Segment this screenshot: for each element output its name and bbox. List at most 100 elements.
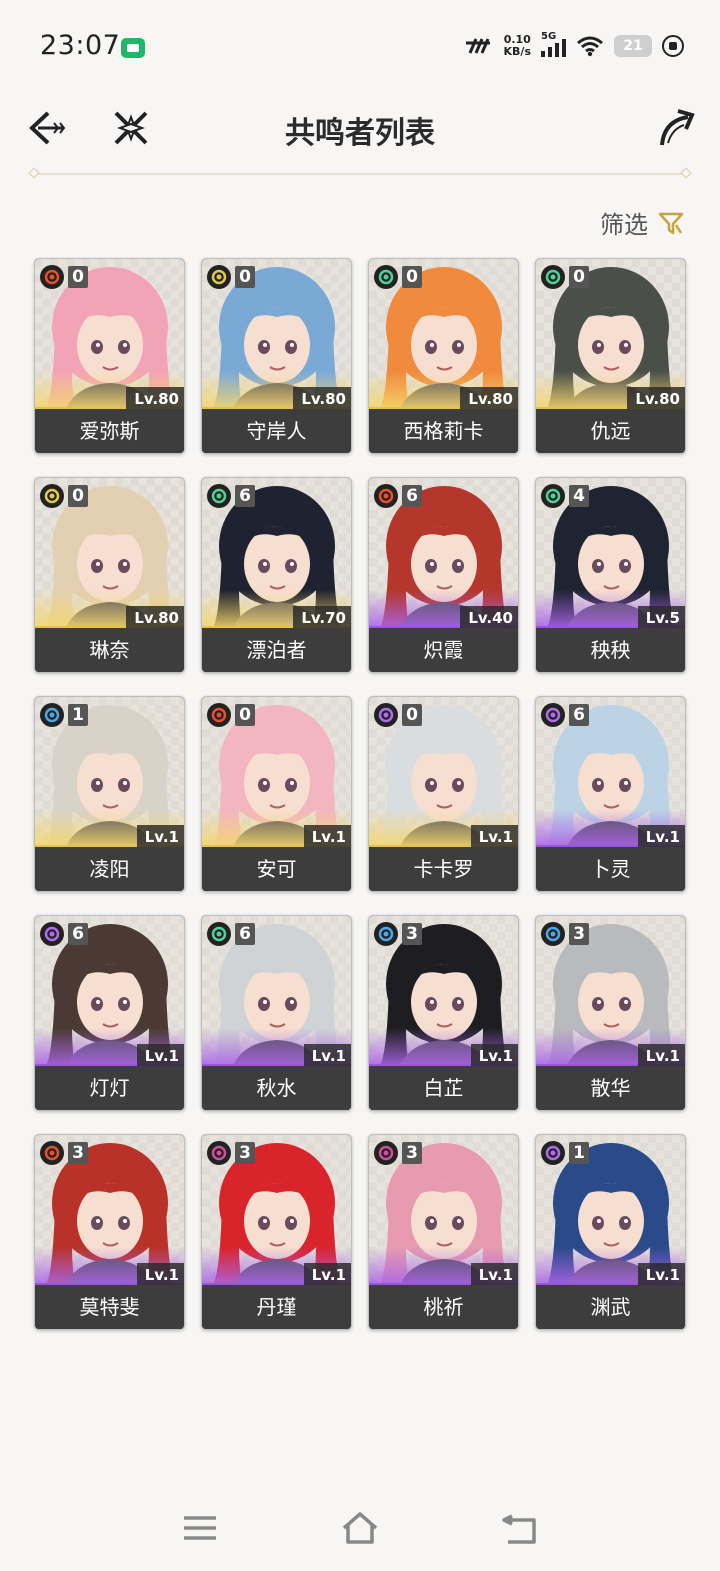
resonance-chain-badge: 0: [402, 266, 422, 288]
resonance-chain-badge: 0: [235, 704, 255, 726]
character-card[interactable]: 6 Lv.1 灯灯: [34, 915, 185, 1111]
resonance-chain-badge: 3: [402, 923, 422, 945]
character-card[interactable]: 0 Lv.80 爱弥斯: [34, 258, 185, 454]
character-card[interactable]: 4 Lv.5 秧秧: [535, 477, 686, 673]
character-card[interactable]: 1 Lv.1 渊武: [535, 1134, 686, 1330]
character-level: Lv.1: [136, 1263, 184, 1287]
character-name: 散华: [536, 1066, 685, 1110]
character-level: Lv.80: [126, 387, 184, 411]
back-icon[interactable]: [500, 1510, 540, 1546]
filter-funnel-icon: [658, 212, 684, 234]
character-level: Lv.1: [470, 1044, 518, 1068]
net-speed: 0.10 KB/s: [504, 34, 531, 58]
character-name: 莫特斐: [35, 1285, 184, 1329]
character-level: Lv.5: [637, 606, 685, 630]
fusion-element-icon: [207, 703, 231, 727]
character-card[interactable]: 3 Lv.1 散华: [535, 915, 686, 1111]
character-card[interactable]: 0 Lv.80 守岸人: [201, 258, 352, 454]
share-arrow-icon[interactable]: [652, 103, 702, 153]
character-name: 琳奈: [35, 628, 184, 672]
character-name: 仇远: [536, 409, 685, 453]
character-card[interactable]: 3 Lv.1 丹瑾: [201, 1134, 352, 1330]
character-card[interactable]: 0 Lv.80 西格莉卡: [368, 258, 519, 454]
resonance-chain-badge: 3: [68, 1142, 88, 1164]
wifi-icon: [577, 36, 603, 57]
character-name: 炽霞: [369, 628, 518, 672]
electro-element-icon: [541, 1141, 565, 1165]
character-card[interactable]: 3 Lv.1 莫特斐: [34, 1134, 185, 1330]
glacio-element-icon: [40, 703, 64, 727]
resonance-chain-badge: 6: [402, 485, 422, 507]
menu-icon[interactable]: [180, 1510, 220, 1546]
battery-icon: 21: [614, 35, 652, 57]
resonance-chain-badge: 0: [569, 266, 589, 288]
aero-element-icon: [207, 484, 231, 508]
character-name: 守岸人: [202, 409, 351, 453]
aero-element-icon: [541, 265, 565, 289]
character-name: 西格莉卡: [369, 409, 518, 453]
filter-label: 筛选: [600, 211, 648, 239]
character-level: Lv.1: [303, 825, 351, 849]
character-name: 卡卡罗: [369, 847, 518, 891]
character-card[interactable]: 6 Lv.1 卜灵: [535, 696, 686, 892]
character-level: Lv.1: [136, 1044, 184, 1068]
character-name: 安可: [202, 847, 351, 891]
character-level: Lv.80: [627, 387, 685, 411]
character-name: 爱弥斯: [35, 409, 184, 453]
net-speed-unit: KB/s: [503, 45, 531, 58]
carrier-icon: [465, 38, 490, 54]
character-card[interactable]: 6 Lv.40 炽霞: [368, 477, 519, 673]
character-card[interactable]: 0 Lv.80 琳奈: [34, 477, 185, 673]
character-card[interactable]: 1 Lv.1 凌阳: [34, 696, 185, 892]
character-card[interactable]: 0 Lv.1 卡卡罗: [368, 696, 519, 892]
character-name: 桃祈: [369, 1285, 518, 1329]
character-grid: 0 Lv.80 爱弥斯 0 Lv.80 守岸人 0 Lv.80 西格莉卡 0 Lv.80 仇远 0 Lv.…: [34, 258, 686, 1330]
character-level: Lv.70: [293, 606, 351, 630]
character-name: 渊武: [536, 1285, 685, 1329]
resonance-chain-badge: 0: [402, 704, 422, 726]
resonance-chain-badge: 1: [68, 704, 88, 726]
resonance-chain-badge: 1: [569, 1142, 589, 1164]
electro-element-icon: [40, 922, 64, 946]
glacio-element-icon: [374, 922, 398, 946]
aero-element-icon: [207, 922, 231, 946]
status-bar: 23:07 0.10 KB/s 5G 21: [0, 0, 720, 95]
character-name: 秋水: [202, 1066, 351, 1110]
character-level: Lv.80: [460, 387, 518, 411]
fusion-element-icon: [40, 1141, 64, 1165]
character-card[interactable]: 0 Lv.1 安可: [201, 696, 352, 892]
electro-element-icon: [541, 703, 565, 727]
resonance-chain-badge: 4: [569, 485, 589, 507]
status-right: 0.10 KB/s 5G 21: [465, 31, 684, 58]
character-card[interactable]: 6 Lv.70 漂泊者: [201, 477, 352, 673]
page-title: 共鸣者列表: [285, 116, 435, 151]
network-type: 5G: [541, 31, 557, 42]
resonance-chain-badge: 3: [235, 1142, 255, 1164]
resonance-chain-badge: 0: [68, 266, 88, 288]
electro-element-icon: [374, 703, 398, 727]
home-icon[interactable]: [340, 1510, 380, 1546]
spectro-element-icon: [40, 484, 64, 508]
character-level: Lv.1: [303, 1263, 351, 1287]
glacio-element-icon: [541, 922, 565, 946]
aero-element-icon: [374, 265, 398, 289]
havoc-element-icon: [374, 1141, 398, 1165]
charging-icon: [662, 35, 684, 57]
character-name: 丹瑾: [202, 1285, 351, 1329]
app-badge-icon: [121, 38, 145, 58]
spectro-element-icon: [207, 265, 231, 289]
filter-button[interactable]: 筛选: [600, 205, 684, 240]
header-divider: [34, 173, 686, 175]
character-card[interactable]: 3 Lv.1 桃祈: [368, 1134, 519, 1330]
resonance-chain-badge: 0: [68, 485, 88, 507]
character-card[interactable]: 0 Lv.80 仇远: [535, 258, 686, 454]
status-time: 23:07: [40, 30, 121, 61]
character-card[interactable]: 6 Lv.1 秋水: [201, 915, 352, 1111]
character-level: Lv.1: [136, 825, 184, 849]
resonance-chain-badge: 3: [402, 1142, 422, 1164]
character-level: Lv.1: [637, 1263, 685, 1287]
character-card[interactable]: 3 Lv.1 白芷: [368, 915, 519, 1111]
page-header: 共鸣者列表: [0, 95, 720, 185]
character-level: Lv.80: [293, 387, 351, 411]
fusion-element-icon: [40, 265, 64, 289]
